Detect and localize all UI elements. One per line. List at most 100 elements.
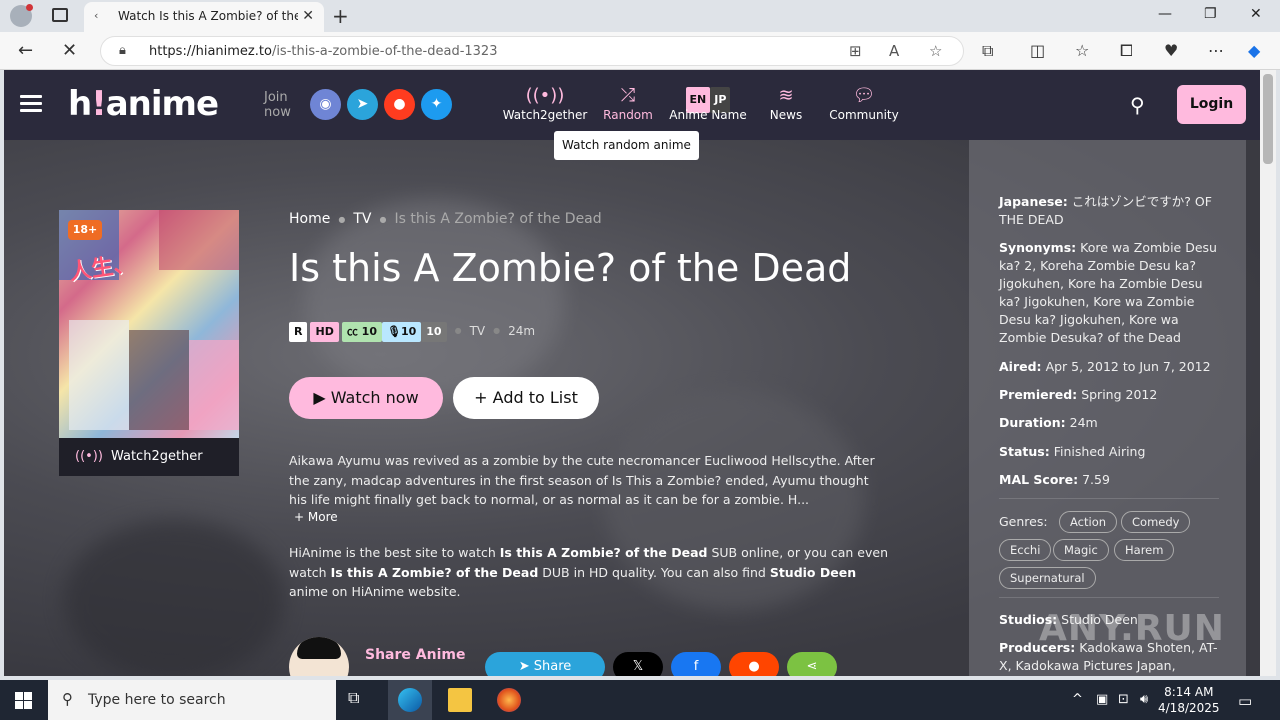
telegram-icon: ➤ <box>518 659 534 674</box>
page-scrollbar[interactable] <box>1260 70 1276 676</box>
breadcrumb-current: Is this A Zombie? of the Dead <box>394 211 602 227</box>
age-rating-badge: 18+ <box>68 220 102 240</box>
quality-badge: HD <box>310 322 339 342</box>
anyrun-watermark: ANY.RUN <box>1039 608 1225 649</box>
language-toggle[interactable]: EN JP <box>668 84 748 113</box>
menu-icon[interactable] <box>20 95 42 113</box>
url-text: https://hianimez.to/is-this-a-zombie-of-… <box>149 44 498 59</box>
tab-close-icon[interactable]: ✕ <box>302 8 314 24</box>
extensions-icon[interactable]: ⧉ <box>982 41 993 61</box>
nav-news[interactable]: ≋ News <box>766 84 806 122</box>
info-premiered: Premiered: Spring 2012 <box>999 387 1158 402</box>
back-icon[interactable]: ← <box>18 40 33 61</box>
nav-community[interactable]: 💬︎ Community <box>826 84 902 122</box>
tray-device-icon[interactable]: ▣ <box>1096 692 1108 707</box>
profile-avatar-icon[interactable] <box>10 4 33 27</box>
info-genres-label: Genres: <box>999 514 1048 529</box>
nav-watch2gether[interactable]: ((•)) Watch2gether <box>502 84 588 122</box>
favorites-icon[interactable]: ☆ <box>1075 41 1089 60</box>
app-available-icon[interactable]: ⊞ <box>849 42 862 60</box>
episodes-badge: 10 <box>421 322 447 342</box>
play-icon: ▶ <box>313 388 331 407</box>
genre-tag[interactable]: Magic <box>1053 539 1109 561</box>
taskbar-clock[interactable]: 8:14 AM 4/18/2025 <box>1158 684 1220 716</box>
info-mal-score: MAL Score: 7.59 <box>999 472 1110 487</box>
genre-tag[interactable]: Action <box>1059 511 1118 533</box>
taskbar-search[interactable]: ⚲ Type here to search <box>48 680 336 720</box>
genre-tag[interactable]: Ecchi <box>999 539 1052 561</box>
breadcrumb-tv[interactable]: TV <box>353 211 371 227</box>
broadcast-icon: ((•)) <box>75 449 103 464</box>
tab-title: Watch Is this A Zombie? of the Dead <box>118 9 298 23</box>
stop-loading-icon[interactable]: ✕ <box>62 40 77 61</box>
firefox-icon[interactable] <box>497 688 521 712</box>
genre-tag[interactable]: Harem <box>1114 539 1175 561</box>
info-status: Status: Finished Airing <box>999 444 1146 459</box>
anime-title: Is this A Zombie? of the Dead <box>289 246 852 290</box>
close-window-icon[interactable]: ✕ <box>1250 6 1262 22</box>
file-explorer-icon[interactable] <box>448 688 472 712</box>
address-bar[interactable]: 🔒︎ https://hianimez.to/is-this-a-zombie-… <box>100 36 964 66</box>
info-divider <box>999 498 1219 499</box>
network-icon[interactable]: ⊡ <box>1118 692 1129 707</box>
restore-icon[interactable]: ❐ <box>1204 6 1217 22</box>
share-reddit-button[interactable]: ● <box>729 652 779 676</box>
genre-tag[interactable]: Supernatural <box>999 567 1096 589</box>
dub-count-badge: 🎙︎10 <box>381 322 422 342</box>
nav-random[interactable]: ⤮ Random <box>600 84 656 122</box>
lock-icon[interactable]: 🔒︎ <box>119 43 126 58</box>
reddit-icon[interactable]: ● <box>384 89 415 120</box>
edge-taskbar-button[interactable] <box>388 680 432 720</box>
info-japanese: Japanese: これはゾンビですか? OF THE DEAD <box>999 194 1212 227</box>
tray-chevron-icon[interactable]: ^ <box>1072 692 1083 707</box>
split-screen-icon[interactable]: ◫ <box>1030 41 1045 60</box>
x-icon: 𝕏 <box>632 659 644 674</box>
chat-bubbles-icon: 💬︎ <box>852 85 876 106</box>
login-button[interactable]: Login <box>1177 85 1246 124</box>
telegram-icon[interactable]: ➤ <box>347 89 378 120</box>
collections-icon[interactable]: ⧠ <box>1120 41 1133 61</box>
copilot-icon[interactable]: ◆ <box>1248 41 1260 60</box>
more-menu-icon[interactable]: ⋯ <box>1208 41 1224 60</box>
discord-icon[interactable]: ◉ <box>310 89 341 120</box>
minimize-icon[interactable]: — <box>1158 6 1172 22</box>
breadcrumb-home[interactable]: Home <box>289 211 330 227</box>
twitter-icon[interactable]: ✦ <box>421 89 452 120</box>
new-tab-icon[interactable]: + <box>332 4 349 28</box>
anime-duration: 24m <box>508 324 536 338</box>
genre-tag[interactable]: Comedy <box>1121 511 1191 533</box>
nav-anime-name[interactable]: EN JP Anime Name <box>668 84 748 122</box>
shuffle-icon: ⤮ <box>620 85 636 106</box>
watch-now-button[interactable]: ▶ Watch now <box>289 377 443 419</box>
read-aloud-icon[interactable]: A <box>889 42 899 60</box>
cc-icon: ㏄ <box>346 325 362 338</box>
background-blur-shape <box>64 520 284 676</box>
site-logo[interactable]: h!anime <box>68 84 219 124</box>
windows-start-icon[interactable] <box>15 692 32 709</box>
scrollbar-thumb[interactable] <box>1263 74 1273 164</box>
tab-actions-icon[interactable] <box>52 8 68 22</box>
anime-badges: R HD ㏄ 10 🎙︎10 10 ● TV ● 24m <box>289 320 536 342</box>
share-more-button[interactable]: ⋖ <box>787 652 837 676</box>
info-synonyms: Synonyms: Kore wa Zombie Desu ka? 2, Kore… <box>999 240 1217 345</box>
volume-icon[interactable]: 🔊︎ <box>1140 692 1148 707</box>
rss-icon: ≋ <box>778 85 794 106</box>
favorite-star-icon[interactable]: ☆ <box>929 42 942 60</box>
page-viewport: h!anime Join now ◉ ➤ ● ✦ ((•)) Watch2geth… <box>4 70 1260 676</box>
search-icon[interactable]: ⚲ <box>1130 93 1145 117</box>
broadcast-icon: ((•)) <box>525 85 565 106</box>
watch2gether-button[interactable]: ((•)) Watch2gether <box>59 438 239 476</box>
notifications-icon[interactable]: ▭ <box>1238 692 1252 710</box>
share-telegram-button[interactable]: ➤ Share <box>485 652 605 676</box>
share-facebook-button[interactable]: f <box>671 652 721 676</box>
add-to-list-button[interactable]: + Add to List <box>453 377 599 419</box>
sub-count-badge: ㏄ 10 <box>341 322 382 342</box>
browser-tab[interactable]: ‹ Watch Is this A Zombie? of the Dead ✕ <box>84 2 324 32</box>
browser-tab-strip: ‹ Watch Is this A Zombie? of the Dead ✕ … <box>0 0 1280 32</box>
task-view-icon[interactable]: ⧉ <box>348 688 372 712</box>
anime-poster[interactable]: 人生、 <box>59 210 239 438</box>
site-header: h!anime Join now ◉ ➤ ● ✦ ((•)) Watch2geth… <box>4 70 1260 140</box>
share-x-button[interactable]: 𝕏 <box>613 652 663 676</box>
more-link[interactable]: + More <box>294 510 338 524</box>
performance-icon[interactable]: ♥ <box>1164 41 1178 60</box>
